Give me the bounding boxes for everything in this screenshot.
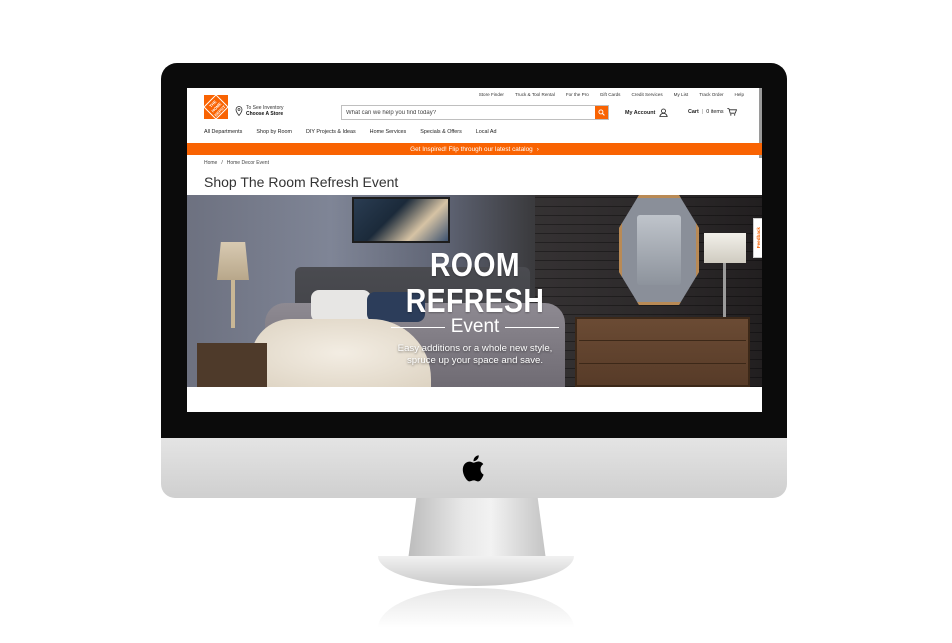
cart-label: Cart <box>688 109 699 115</box>
search-bar <box>341 105 609 120</box>
breadcrumb-separator: / <box>221 160 223 166</box>
dresser-drawer-line <box>579 363 746 364</box>
page-title: Shop The Room Refresh Event <box>204 174 399 190</box>
search-button[interactable] <box>595 106 608 119</box>
util-link-gift-cards[interactable]: Gift Cards <box>600 92 621 97</box>
utility-nav: Store Finder Truck & Tool Rental For the… <box>479 92 744 97</box>
promo-text: Get Inspired! Flip through our latest ca… <box>410 145 533 153</box>
util-link-for-the-pro[interactable]: For the Pro <box>566 92 589 97</box>
hero-desc-line: Easy additions or a whole new style, <box>397 343 553 354</box>
store-selector[interactable]: To See Inventory Choose A Store <box>235 105 284 117</box>
right-lamp-shade-image <box>704 233 746 263</box>
cart-icon <box>726 108 737 116</box>
feedback-tab[interactable]: Feedback <box>753 218 762 258</box>
hero-subtitle-row: Event <box>365 317 585 337</box>
nav-all-departments[interactable]: All Departments <box>204 129 242 135</box>
util-link-track-order[interactable]: Track Order <box>699 92 723 97</box>
nav-specials-offers[interactable]: Specials & Offers <box>420 129 462 135</box>
nav-home-services[interactable]: Home Services <box>370 129 407 135</box>
hero-desc-line: spruce up your space and save. <box>407 355 543 366</box>
hero-banner[interactable]: ROOM REFRESH Event Easy additions or a w… <box>187 195 762 387</box>
cart-button[interactable]: Cart | 0 items <box>688 108 737 116</box>
stand-reflection <box>378 588 574 628</box>
cart-divider: | <box>701 109 704 115</box>
account-label: My Account <box>625 109 656 116</box>
hero-rule-left <box>390 326 445 328</box>
right-lamp-base-image <box>723 263 726 321</box>
util-link-credit-services[interactable]: Credit Services <box>631 92 662 97</box>
nav-diy-projects[interactable]: DIY Projects & Ideas <box>306 129 356 135</box>
search-input[interactable] <box>342 106 595 119</box>
hero-description: Easy additions or a whole new style, spr… <box>365 343 585 367</box>
util-link-truck-rental[interactable]: Truck & Tool Rental <box>515 92 555 97</box>
monitor-stand-foot <box>378 556 574 586</box>
hero-subtitle: Event <box>450 316 500 337</box>
cart-count: 0 items <box>706 109 724 115</box>
hero-text-block: ROOM REFRESH Event Easy additions or a w… <box>365 247 585 367</box>
logo-text: THE HOME DEPOT <box>203 94 229 120</box>
nav-local-ad[interactable]: Local Ad <box>476 129 497 135</box>
breadcrumb-current: Home Decor Event <box>226 160 269 166</box>
monitor-stand-neck <box>408 498 546 560</box>
left-lamp-shade-image <box>217 242 249 280</box>
main-nav: All Departments Shop by Room DIY Project… <box>204 129 496 135</box>
feedback-label: Feedback <box>755 227 761 249</box>
nav-shop-by-room[interactable]: Shop by Room <box>256 129 292 135</box>
mirror-glass-image <box>637 215 681 285</box>
promo-banner[interactable]: Get Inspired! Flip through our latest ca… <box>187 143 762 155</box>
nightstand-image <box>197 343 267 387</box>
my-account-button[interactable]: My Account <box>625 108 669 117</box>
breadcrumb: Home / Home Decor Event <box>204 160 269 166</box>
dresser-drawer-line <box>579 340 746 341</box>
apple-logo-icon <box>462 455 484 482</box>
choose-store-link[interactable]: Choose A Store <box>246 111 284 117</box>
hero-title: ROOM REFRESH <box>405 246 545 319</box>
left-lamp-base-image <box>231 280 235 328</box>
wall-painting-image <box>352 197 450 243</box>
user-icon <box>659 108 669 117</box>
home-depot-logo[interactable]: THE HOME DEPOT <box>203 94 229 120</box>
monitor-screen: Store Finder Truck & Tool Rental For the… <box>187 88 762 412</box>
pillow-image <box>311 290 371 322</box>
dresser-image <box>575 317 750 387</box>
pin-icon <box>235 106 243 116</box>
hero-rule-right <box>505 326 560 328</box>
chevron-right-icon: › <box>536 145 539 153</box>
util-link-help[interactable]: Help <box>735 92 744 97</box>
breadcrumb-home[interactable]: Home <box>204 160 217 166</box>
util-link-store-finder[interactable]: Store Finder <box>479 92 504 97</box>
util-link-my-list[interactable]: My List <box>674 92 689 97</box>
search-icon <box>598 109 605 116</box>
